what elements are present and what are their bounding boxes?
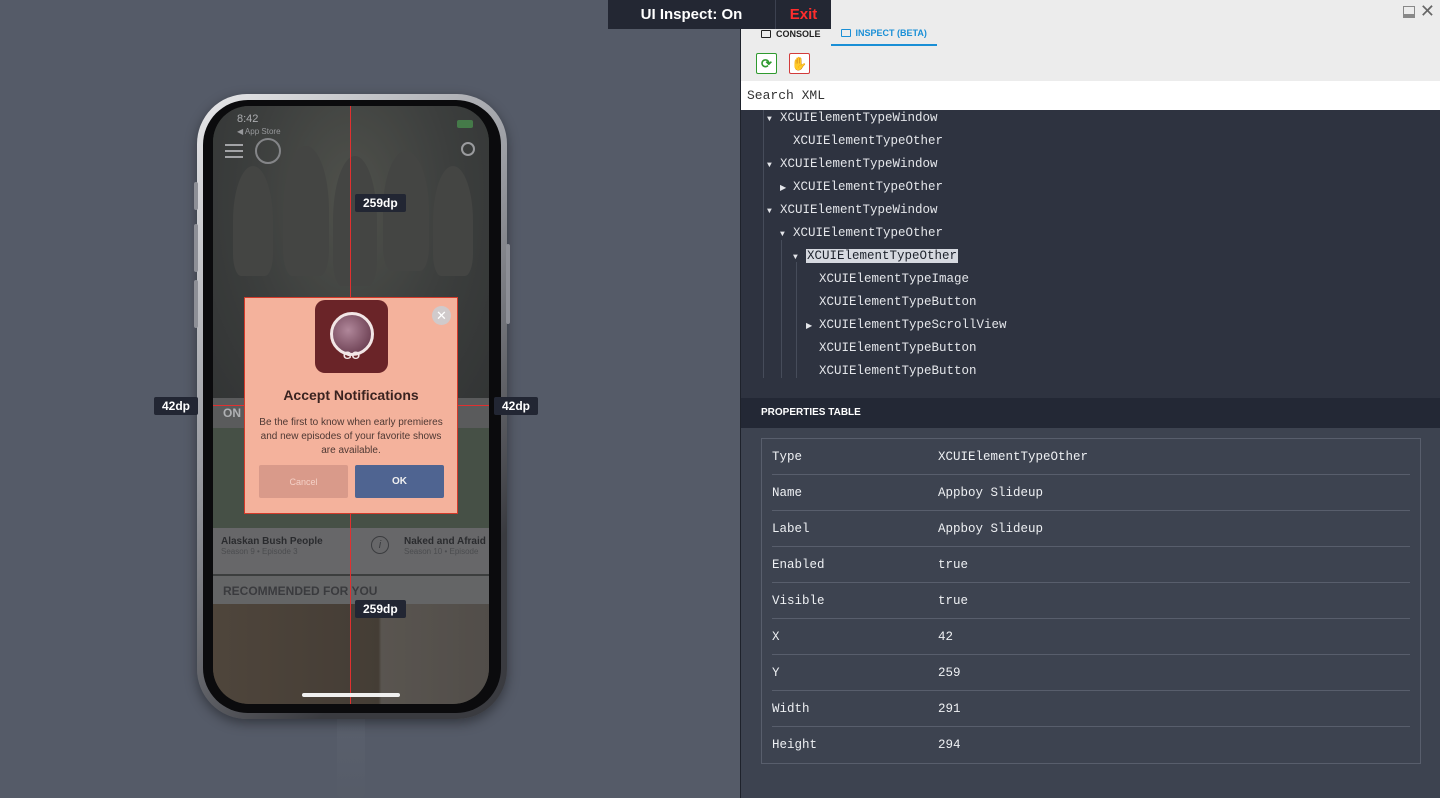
status-bar: 8:42 ◀ App Store	[237, 113, 281, 136]
left-guide-line	[213, 405, 244, 406]
inspect-toolbar: UI Inspect: On Exit	[608, 0, 831, 29]
tree-guide	[796, 262, 797, 378]
status-time: 8:42	[237, 113, 259, 125]
properties-title: PROPERTIES TABLE	[741, 398, 1440, 428]
table-row: Name Appboy Slideup	[772, 475, 1410, 511]
tree-node[interactable]: ▼ XCUIElementTypeWindow	[767, 154, 938, 174]
battery-icon	[457, 120, 473, 128]
card-info-row[interactable]: Alaskan Bush People Season 9 • Episode 3…	[213, 528, 489, 574]
volume-up-button	[194, 224, 198, 272]
cancel-button[interactable]: Cancel	[259, 465, 348, 498]
table-row: Visible true	[772, 583, 1410, 619]
home-indicator[interactable]	[302, 693, 400, 697]
table-row: Enabled true	[772, 547, 1410, 583]
close-icon[interactable]: ✕	[432, 306, 451, 325]
recommended-label: RECOMMENDED FOR YOU	[223, 584, 378, 598]
menu-icon[interactable]	[225, 144, 243, 162]
stop-inspect-button[interactable]: ✋	[789, 53, 810, 74]
tree-node-selected[interactable]: ▼ XCUIElementTypeOther	[793, 246, 959, 266]
inspector-panel: ✕ CONSOLE INSPECT (BETA) ⟳ ✋ ▼XCUIElemen…	[740, 0, 1440, 798]
inspect-icon	[840, 29, 851, 37]
tree-node[interactable]: ▶ XCUIElementTypeScrollView	[806, 315, 1007, 335]
card-right-subtitle: Season 10 • Episode	[404, 547, 479, 556]
notification-popup[interactable]: GO ✕ Accept Notifications Be the first t…	[244, 297, 458, 514]
table-row: Label Appboy Slideup	[772, 511, 1410, 547]
card-right[interactable]: Naked and Afraid Season 10 • Episode	[404, 536, 486, 556]
tab-console[interactable]: CONSOLE	[751, 26, 831, 46]
table-row: Y 259	[772, 655, 1410, 691]
dock-icon[interactable]	[1403, 6, 1415, 18]
table-row: X 42	[772, 619, 1410, 655]
tree-node[interactable]: XCUIElementTypeButton	[819, 292, 977, 312]
table-row: Width 291	[772, 691, 1410, 727]
tree-guide	[763, 110, 764, 378]
tab-inspect[interactable]: INSPECT (BETA)	[830, 26, 937, 46]
tree-node[interactable]: XCUIElementTypeButton	[819, 338, 977, 358]
tab-inspect-label: INSPECT (BETA)	[855, 28, 927, 38]
device-stage: 8:42 ◀ App Store ON Alaskan Bush People …	[0, 0, 740, 798]
right-guide-line	[458, 405, 489, 406]
search-xml-input[interactable]	[741, 81, 1440, 110]
device-cable	[337, 712, 365, 798]
properties-table: Type XCUIElementTypeOther Name Appboy Slid…	[761, 438, 1421, 764]
app-logo-icon	[255, 138, 281, 164]
card-left-title: Alaskan Bush People	[221, 536, 323, 547]
console-icon	[761, 30, 771, 38]
popup-body: Be the first to know when early premiere…	[259, 417, 443, 456]
refresh-button[interactable]: ⟳	[756, 53, 777, 74]
section-label: ON	[223, 406, 241, 420]
discovery-go-logo: GO	[315, 300, 388, 373]
ok-button[interactable]: OK	[355, 465, 444, 498]
back-to-app-store[interactable]: ◀ App Store	[237, 127, 281, 136]
card-right-title: Naked and Afraid	[404, 536, 486, 547]
right-distance-label: 42dp	[494, 397, 539, 415]
table-row: Type XCUIElementTypeOther	[772, 439, 1410, 475]
tree-guide	[781, 240, 782, 378]
close-panel-icon[interactable]: ✕	[1420, 1, 1435, 22]
left-distance-label: 42dp	[154, 397, 199, 415]
popup-title: Accept Notifications	[283, 387, 419, 403]
card-left-subtitle: Season 9 • Episode 3	[221, 547, 298, 556]
top-distance-label: 259dp	[355, 194, 406, 212]
exit-button[interactable]: Exit	[775, 0, 831, 29]
tree-node[interactable]: XCUIElementTypeButton	[819, 361, 977, 381]
properties-section: Type XCUIElementTypeOther Name Appboy Slid…	[741, 428, 1440, 798]
tab-console-label: CONSOLE	[776, 29, 821, 39]
tree-node[interactable]: ▼ XCUIElementTypeOther	[780, 223, 943, 243]
xml-tree: ▼ XCUIElementTypeWindow XCUIElementTypeOt…	[741, 110, 1440, 398]
tree-node[interactable]: XCUIElementTypeOther	[793, 131, 943, 151]
power-button	[506, 244, 510, 324]
tree-node[interactable]: ▶ XCUIElementTypeOther	[780, 177, 943, 197]
window-controls: ✕	[741, 0, 1440, 26]
logo-go-text: GO	[342, 349, 361, 362]
table-row: Height 294	[772, 738, 961, 752]
search-icon[interactable]	[461, 142, 475, 156]
panel-tabs: CONSOLE INSPECT (BETA)	[741, 26, 1440, 46]
card-left[interactable]: Alaskan Bush People Season 9 • Episode 3	[221, 536, 323, 556]
tree-node[interactable]: XCUIElementTypeImage	[819, 269, 969, 289]
side-button	[194, 182, 198, 210]
recommended-thumbnails[interactable]	[213, 604, 489, 704]
inspector-toolbar: ⟳ ✋	[741, 46, 1440, 81]
bottom-distance-label: 259dp	[355, 600, 406, 618]
info-icon[interactable]: i	[371, 536, 389, 554]
recommended-header: RECOMMENDED FOR YOU	[213, 576, 489, 604]
tree-node[interactable]: ▼ XCUIElementTypeWindow	[767, 200, 938, 220]
tree-node[interactable]: ▼ XCUIElementTypeWindow	[767, 108, 938, 128]
volume-down-button	[194, 280, 198, 328]
inspect-state-label: UI Inspect: On	[608, 0, 775, 29]
